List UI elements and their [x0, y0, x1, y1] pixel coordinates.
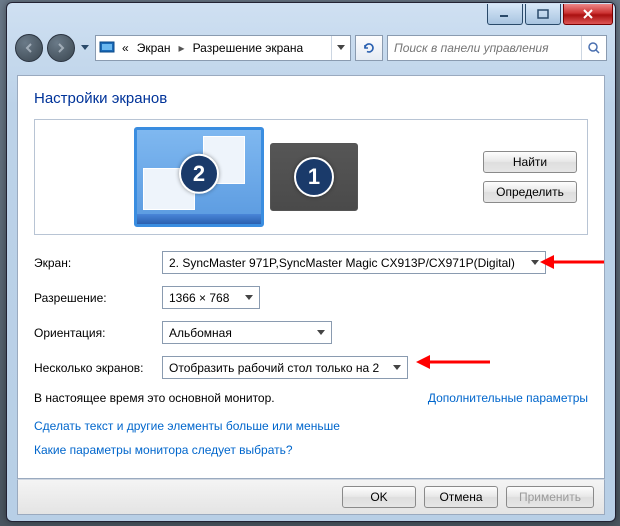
multi-value: Отобразить рабочий стол только на 2 — [169, 361, 389, 375]
identify-button[interactable]: Определить — [483, 181, 577, 203]
chevron-down-icon — [313, 324, 329, 341]
resolution-combo[interactable]: 1366 × 768 — [162, 286, 260, 309]
refresh-button[interactable] — [355, 35, 383, 61]
breadcrumb-chevrons[interactable]: « — [118, 36, 133, 60]
navigation-bar: « Экран ▸ Разрешение экрана — [15, 31, 607, 65]
search-box[interactable] — [387, 35, 607, 61]
back-button[interactable] — [15, 34, 43, 62]
maximize-button[interactable] — [525, 4, 561, 25]
resolution-label: Разрешение: — [34, 291, 162, 305]
nav-history-dropdown[interactable] — [79, 38, 91, 58]
forward-button[interactable] — [47, 34, 75, 62]
chevron-down-icon — [241, 289, 257, 306]
control-panel-icon — [96, 41, 118, 55]
display-preview: 2 1 Найти Определить — [34, 119, 588, 235]
cancel-button[interactable]: Отмена — [424, 486, 498, 508]
window: « Экран ▸ Разрешение экрана Настройки эк… — [6, 2, 616, 522]
minimize-button[interactable] — [487, 4, 523, 25]
chevron-down-icon — [389, 359, 405, 376]
search-icon[interactable] — [581, 36, 606, 60]
titlebar — [7, 3, 615, 31]
monitor-badge-1: 1 — [294, 157, 334, 197]
address-dropdown[interactable] — [331, 36, 350, 60]
orientation-label: Ориентация: — [34, 326, 162, 340]
ok-button[interactable]: OK — [342, 486, 416, 508]
display-label: Экран: — [34, 256, 162, 270]
search-input[interactable] — [388, 41, 581, 55]
page-title: Настройки экранов — [34, 90, 588, 107]
text-size-link[interactable]: Сделать текст и другие элементы больше и… — [34, 419, 588, 433]
status-text: В настоящее время это основной монитор. — [34, 391, 275, 405]
resolution-value: 1366 × 768 — [169, 291, 241, 305]
advanced-link[interactable]: Дополнительные параметры — [428, 391, 588, 405]
close-button[interactable] — [563, 4, 613, 25]
display-value: 2. SyncMaster 971P,SyncMaster Magic CX91… — [169, 256, 527, 270]
address-bar[interactable]: « Экран ▸ Разрешение экрана — [95, 35, 351, 61]
monitor-1[interactable]: 1 — [270, 143, 358, 211]
orientation-value: Альбомная — [169, 326, 313, 340]
multi-label: Несколько экранов: — [34, 361, 162, 375]
detect-button[interactable]: Найти — [483, 151, 577, 173]
display-combo[interactable]: 2. SyncMaster 971P,SyncMaster Magic CX91… — [162, 251, 546, 274]
chevron-right-icon: ▸ — [175, 41, 189, 55]
orientation-combo[interactable]: Альбомная — [162, 321, 332, 344]
dialog-footer: OK Отмена Применить — [17, 479, 605, 515]
multi-combo[interactable]: Отобразить рабочий стол только на 2 — [162, 356, 408, 379]
monitor-badge-2: 2 — [179, 154, 219, 194]
chevron-down-icon — [527, 254, 543, 271]
breadcrumb-seg-2[interactable]: Разрешение экрана — [189, 36, 308, 60]
content-pane: Настройки экранов 2 1 Найти Определить Э… — [17, 75, 605, 479]
breadcrumb-seg-1[interactable]: Экран — [133, 36, 175, 60]
apply-button[interactable]: Применить — [506, 486, 594, 508]
monitor-2[interactable]: 2 — [134, 127, 264, 227]
which-settings-link[interactable]: Какие параметры монитора следует выбрать… — [34, 443, 588, 457]
